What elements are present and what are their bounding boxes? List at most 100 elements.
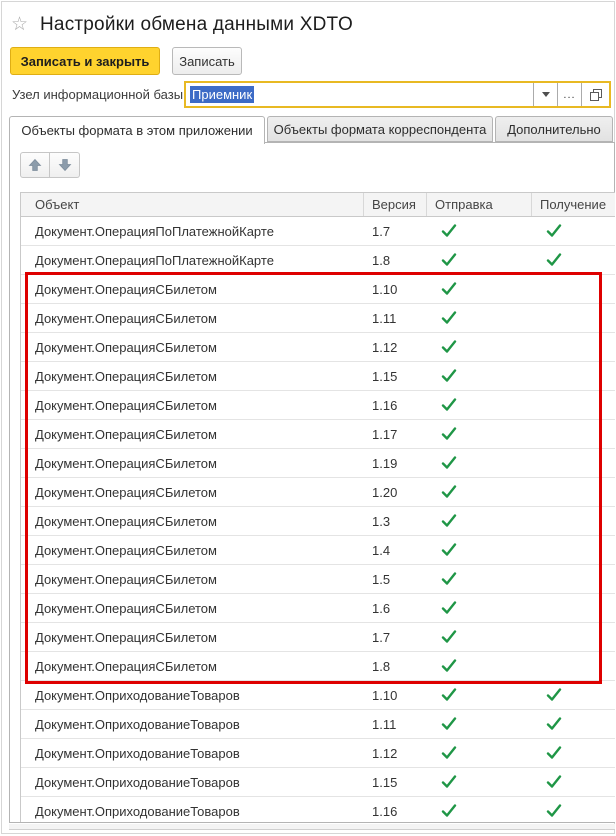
receive-cell [532,217,615,245]
dropdown-button[interactable] [533,83,557,106]
send-cell [427,565,532,593]
receive-cell [532,565,615,593]
table-row[interactable]: Документ.ОперацияСБилетом 1.16 [21,391,615,420]
table-row[interactable]: Документ.ОприходованиеТоваров 1.16 [21,797,615,822]
table-row[interactable]: Документ.ОперацияСБилетом 1.5 [21,565,615,594]
window-header: ☆ Настройки обмена данными XDTO [2,10,614,40]
receive-cell [532,391,615,419]
object-cell: Документ.ОприходованиеТоваров [35,716,240,732]
version-cell: 1.11 [372,716,397,732]
send-cell [427,333,532,361]
version-cell: 1.8 [372,658,391,674]
move-up-button[interactable] [20,152,50,178]
table-row[interactable]: Документ.ОперацияСБилетом 1.15 [21,362,615,391]
check-icon [441,601,457,614]
object-cell: Документ.ОприходованиеТоваров [35,687,240,703]
object-cell: Документ.ОперацияСБилетом [35,600,217,616]
table-row[interactable]: Документ.ОперацияСБилетом 1.3 [21,507,615,536]
send-cell [427,449,532,477]
version-cell: 1.5 [372,571,391,587]
column-header-receive[interactable]: Получение [532,193,615,216]
object-cell: Документ.ОперацияСБилетом [35,368,217,384]
column-header-object[interactable]: Объект [21,193,364,216]
table-row[interactable]: Документ.ОперацияСБилетом 1.6 [21,594,615,623]
tab-format-objects-correspondent[interactable]: Объекты формата корреспондента [267,116,493,142]
check-icon [441,746,457,759]
check-icon [546,688,562,701]
open-in-window-button[interactable] [581,83,609,106]
bottom-scrollbar-track[interactable] [9,824,615,830]
save-and-close-button[interactable]: Записать и закрыть [10,47,160,75]
version-cell: 1.16 [372,397,398,413]
open-in-window-icon [589,88,602,101]
object-cell: Документ.ОперацияСБилетом [35,658,217,674]
version-cell: 1.12 [372,339,398,355]
toolbar: Записать и закрыть Записать [10,47,242,75]
table-row[interactable]: Документ.ОприходованиеТоваров 1.11 [21,710,615,739]
table-row[interactable]: Документ.ОперацияСБилетом 1.4 [21,536,615,565]
send-cell [427,362,532,390]
ellipsis-icon: ... [563,88,576,101]
infobase-node-input[interactable]: Приемник [186,83,533,106]
table-row[interactable]: Документ.ОперацияСБилетом 1.8 [21,652,615,681]
table-row[interactable]: Документ.ОприходованиеТоваров 1.10 [21,681,615,710]
object-cell: Документ.ОприходованиеТоваров [35,774,240,790]
receive-cell [532,246,615,274]
receive-cell [532,333,615,361]
tab-additional[interactable]: Дополнительно [495,116,613,142]
infobase-node-field[interactable]: Приемник ... [184,81,611,108]
check-icon [546,224,562,237]
check-icon [441,311,457,324]
table-row[interactable]: Документ.ОприходованиеТоваров 1.15 [21,768,615,797]
send-cell [427,275,532,303]
version-cell: 1.20 [372,484,398,500]
send-cell [427,739,532,767]
version-cell: 1.10 [372,687,398,703]
ellipsis-button[interactable]: ... [557,83,581,106]
check-icon [441,485,457,498]
send-cell [427,768,532,796]
table-row[interactable]: Документ.ОперацияСБилетом 1.11 [21,304,615,333]
table-row[interactable]: Документ.ОперацияСБилетом 1.20 [21,478,615,507]
table-row[interactable]: Документ.ОприходованиеТоваров 1.12 [21,739,615,768]
version-cell: 1.19 [372,455,398,471]
table-body: Документ.ОперацияПоПлатежнойКарте 1.7 Доку… [21,217,615,822]
infobase-node-row: Узел информационной базы: Приемник ... [2,81,614,108]
table-row[interactable]: Документ.ОперацияСБилетом 1.12 [21,333,615,362]
receive-cell [532,652,615,680]
table-row[interactable]: Документ.ОперацияПоПлатежнойКарте 1.8 [21,246,615,275]
table-row[interactable]: Документ.ОперацияСБилетом 1.7 [21,623,615,652]
send-cell [427,797,532,822]
check-icon [441,427,457,440]
save-button[interactable]: Записать [172,47,242,75]
down-arrow-icon [58,159,71,172]
object-cell: Документ.ОперацияСБилетом [35,281,217,297]
column-header-send[interactable]: Отправка [427,193,532,216]
send-cell [427,594,532,622]
infobase-node-value: Приемник [190,86,255,103]
column-header-version[interactable]: Версия [364,193,427,216]
tab-format-objects-this-app[interactable]: Объекты формата в этом приложении [9,116,265,144]
table-row[interactable]: Документ.ОперацияСБилетом 1.17 [21,420,615,449]
send-cell [427,304,532,332]
check-icon [441,340,457,353]
table-row[interactable]: Документ.ОперацияСБилетом 1.10 [21,275,615,304]
check-icon [546,775,562,788]
receive-cell [532,420,615,448]
object-cell: Документ.ОперацияСБилетом [35,513,217,529]
move-down-button[interactable] [50,152,80,178]
send-cell [427,710,532,738]
version-cell: 1.7 [372,629,391,645]
version-cell: 1.8 [372,252,391,268]
favorite-star-icon[interactable]: ☆ [11,14,33,36]
table-row[interactable]: Документ.ОперацияПоПлатежнойКарте 1.7 [21,217,615,246]
object-cell: Документ.ОперацияСБилетом [35,455,217,471]
table-row[interactable]: Документ.ОперацияСБилетом 1.19 [21,449,615,478]
receive-cell [532,507,615,535]
version-cell: 1.12 [372,745,398,761]
receive-cell [532,275,615,303]
receive-cell [532,362,615,390]
send-cell [427,420,532,448]
receive-cell [532,681,615,709]
check-icon [441,775,457,788]
